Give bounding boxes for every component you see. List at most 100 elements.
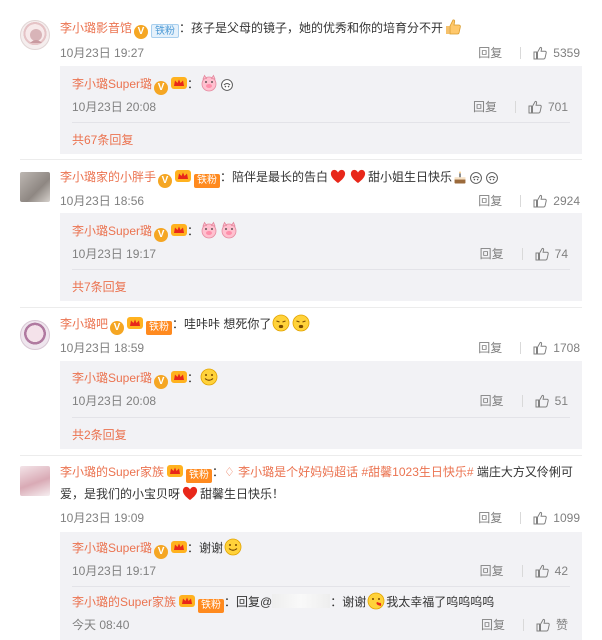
comment-item: 李小璐家的小胖手 V 铁粉 ：陪伴是最长的告白 甜小姐生日快乐 10月23日 18:56…: [0, 160, 602, 308]
reply-button[interactable]: 回复: [480, 562, 504, 579]
comment-username[interactable]: 李小璐家的小胖手: [60, 170, 156, 184]
fan-badge[interactable]: 铁粉: [186, 469, 213, 483]
crown-badge-icon[interactable]: [171, 540, 187, 554]
comment-time: 10月23日 18:56: [60, 194, 145, 208]
fan-badge[interactable]: 铁粉: [146, 321, 173, 335]
faces-emoji-icon: [469, 171, 483, 185]
comment-item: 李小璐吧 V 铁粉 ：哇咔咔 想死你了 10月23日 18:59 回复 1708 李小…: [0, 308, 602, 456]
reply-button[interactable]: 回复: [478, 509, 502, 526]
reply-button[interactable]: 回复: [478, 192, 502, 209]
like-count[interactable]: 74: [555, 247, 568, 261]
avatar[interactable]: [20, 320, 50, 350]
reply-body: 李小璐Super璐 V ：: [72, 368, 566, 389]
reply-username[interactable]: 李小璐Super璐: [72, 77, 152, 91]
verified-badge-icon[interactable]: V: [134, 25, 149, 39]
thumbs-up-icon[interactable]: [535, 394, 549, 408]
comment-text: ：陪伴是最长的告白: [220, 170, 329, 184]
verified-badge-icon[interactable]: V: [158, 174, 173, 188]
pig-emoji-icon: [220, 221, 238, 239]
more-replies-link[interactable]: 共7条回复: [72, 278, 127, 295]
comment-item: 李小璐影音馆 V 铁粉 ：孩子是父母的镜子，她的优秀和你的培育分不开 10月23日 1…: [0, 0, 602, 160]
thumbs-up-icon[interactable]: [535, 247, 549, 261]
more-replies-link[interactable]: 共67条回复: [72, 131, 133, 148]
super-topic-link[interactable]: 李小璐是个好妈妈超话: [238, 465, 358, 479]
crown-badge-icon[interactable]: [175, 169, 191, 183]
avatar[interactable]: [20, 466, 50, 496]
verified-badge-icon[interactable]: V: [154, 228, 169, 242]
action-separator: [520, 46, 522, 59]
reply-text-pre: ：回复@: [224, 595, 273, 609]
thumbs-up-icon[interactable]: [533, 341, 547, 355]
comment-username[interactable]: 李小璐吧: [60, 317, 108, 331]
comment-actions: 回复 1708: [478, 339, 580, 356]
comment-body: 李小璐家的小胖手 V 铁粉 ：陪伴是最长的告白 甜小姐生日快乐: [60, 167, 584, 188]
action-separator: [520, 194, 522, 207]
avatar[interactable]: [20, 20, 50, 50]
faces-emoji-icon: [220, 78, 234, 92]
reply-box: 李小璐Super璐 V ： 10月23日 20:08 回复 701 共67条回复: [60, 66, 582, 154]
like-count[interactable]: 42: [555, 564, 568, 578]
reply-button[interactable]: 回复: [478, 339, 502, 356]
cry-emoji-icon: [292, 314, 310, 332]
reply-username[interactable]: 李小璐的Super家族: [72, 595, 176, 609]
reply-text: ：: [187, 77, 200, 91]
reply-button[interactable]: 回复: [478, 44, 502, 61]
thumbs-up-icon[interactable]: [528, 100, 542, 114]
cry-emoji-icon: [272, 314, 290, 332]
fan-badge[interactable]: 铁粉: [198, 599, 225, 613]
reply-button[interactable]: 回复: [473, 98, 497, 115]
like-count[interactable]: 51: [555, 394, 568, 408]
like-count[interactable]: 2924: [553, 194, 580, 208]
reply-button[interactable]: 回复: [480, 392, 504, 409]
verified-badge-icon[interactable]: V: [154, 375, 169, 389]
crown-badge-icon[interactable]: [179, 594, 195, 608]
fan-badge[interactable]: 铁粉: [151, 24, 180, 38]
thumbs-up-icon[interactable]: [536, 618, 550, 632]
action-separator: [521, 394, 523, 407]
comment-body: 李小璐影音馆 V 铁粉 ：孩子是父母的镜子，她的优秀和你的培育分不开: [60, 18, 584, 39]
comment-username[interactable]: 李小璐的Super家族: [60, 465, 164, 479]
like-count[interactable]: 5359: [553, 46, 580, 60]
reply-username[interactable]: 李小璐Super璐: [72, 541, 152, 555]
reply-body: 李小璐Super璐 V ：: [72, 74, 566, 95]
smile-emoji-icon: [200, 368, 218, 386]
reply-actions: 回复 701: [473, 98, 568, 115]
reply-username[interactable]: 李小璐Super璐: [72, 224, 152, 238]
like-count[interactable]: 1708: [553, 341, 580, 355]
like-count[interactable]: 1099: [553, 511, 580, 525]
reply-button[interactable]: 回复: [480, 245, 504, 262]
crown-badge-icon[interactable]: [171, 370, 187, 384]
reply-box: 李小璐Super璐 V ： 10月23日 19:17 回复 74 共7条回复: [60, 213, 582, 301]
reply-time: 10月23日 19:17: [72, 247, 157, 261]
avatar[interactable]: [20, 172, 50, 202]
heart-emoji-icon: [181, 484, 199, 502]
verified-badge-icon[interactable]: V: [154, 81, 169, 95]
comment-text-after: 甜小姐生日快乐: [368, 170, 453, 184]
like-label[interactable]: 赞: [556, 616, 568, 633]
hashtag-link[interactable]: #甜馨1023生日快乐#: [362, 465, 474, 479]
thumbs-up-icon[interactable]: [535, 564, 549, 578]
crown-badge-icon[interactable]: [167, 464, 183, 478]
reply-button[interactable]: 回复: [481, 616, 505, 633]
topic-diamond-icon: ♢: [224, 465, 239, 479]
thumbs-up-icon[interactable]: [533, 511, 547, 525]
comment-text-after: 甜馨生日快乐！: [200, 487, 285, 501]
reply-text: ：: [187, 371, 200, 385]
more-replies-link[interactable]: 共2条回复: [72, 426, 127, 443]
verified-badge-icon[interactable]: V: [110, 321, 125, 335]
action-separator: [514, 100, 516, 113]
comment-actions: 回复 5359: [478, 44, 580, 61]
fan-badge[interactable]: 铁粉: [194, 174, 221, 188]
crown-badge-icon[interactable]: [127, 316, 143, 330]
crown-badge-icon[interactable]: [171, 223, 187, 237]
like-count[interactable]: 701: [548, 100, 568, 114]
verified-badge-icon[interactable]: V: [154, 545, 169, 559]
reply-username[interactable]: 李小璐Super璐: [72, 371, 152, 385]
reply-body: 李小璐Super璐 V ：: [72, 221, 566, 242]
reply-time: 10月23日 20:08: [72, 394, 157, 408]
crown-badge-icon[interactable]: [171, 76, 187, 90]
thumbs-up-icon[interactable]: [533, 194, 547, 208]
comment-username[interactable]: 李小璐影音馆: [60, 21, 132, 35]
thumbs-up-icon[interactable]: [533, 46, 547, 60]
reply-actions: 回复 51: [480, 392, 568, 409]
